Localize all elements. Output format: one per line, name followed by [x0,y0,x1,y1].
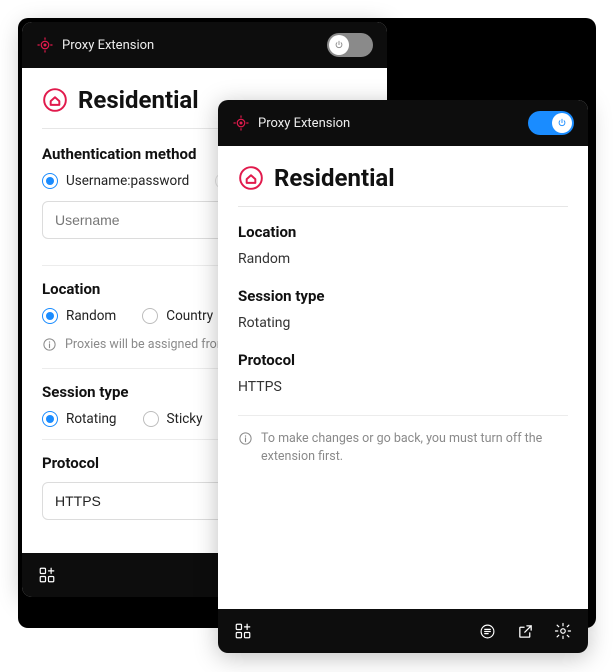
panel-header: Proxy Extension [218,100,588,146]
session-radio-rotating[interactable]: Rotating [42,411,117,427]
radio-icon [143,411,159,427]
radio-label: Country [166,308,213,324]
toggle-knob [552,113,572,133]
radio-icon [42,173,58,189]
residential-icon [238,165,264,191]
app-logo-icon [232,114,250,132]
radio-icon [42,308,58,324]
info-icon [42,337,57,352]
toggle-knob [329,35,349,55]
session-type-label: Session type [238,287,568,305]
residential-icon [42,87,68,113]
app-logo-icon [36,36,54,54]
radio-icon [142,308,158,324]
extension-toggle[interactable] [327,33,373,57]
panel-header: Proxy Extension [22,22,387,68]
protocol-label: Protocol [238,351,568,369]
protocol-value: HTTPS [238,379,568,395]
location-label: Location [238,223,568,241]
open-external-icon[interactable] [516,622,534,640]
settings-icon[interactable] [554,622,572,640]
session-radio-sticky[interactable]: Sticky [143,411,203,427]
app-title: Proxy Extension [62,38,154,53]
radio-label: Random [66,308,116,324]
radio-label: Rotating [66,411,117,427]
extension-toggle[interactable] [528,111,574,135]
hint-text: Proxies will be assigned from ra [65,336,242,354]
apps-icon[interactable] [38,566,56,584]
info-icon [238,431,253,446]
panel-footer [218,609,588,653]
location-radio-random[interactable]: Random [42,308,116,324]
extension-panel-active: Proxy Extension Residential Location Ran… [218,100,588,653]
page-title: Residential [78,86,199,114]
app-title: Proxy Extension [258,116,350,131]
page-title: Residential [274,164,395,192]
radio-label: Username:password [66,173,189,189]
panel-body: Residential Location Random Session type… [218,146,588,609]
apps-icon[interactable] [234,622,252,640]
radio-icon [42,411,58,427]
readonly-hint: To make changes or go back, you must tur… [238,430,568,466]
hint-text: To make changes or go back, you must tur… [261,430,568,466]
location-radio-country[interactable]: Country [142,308,213,324]
log-icon[interactable] [478,622,496,640]
radio-label: Sticky [167,411,203,427]
auth-radio-userpass[interactable]: Username:password [42,173,189,189]
session-type-value: Rotating [238,315,568,331]
divider [238,415,568,416]
location-value: Random [238,251,568,267]
